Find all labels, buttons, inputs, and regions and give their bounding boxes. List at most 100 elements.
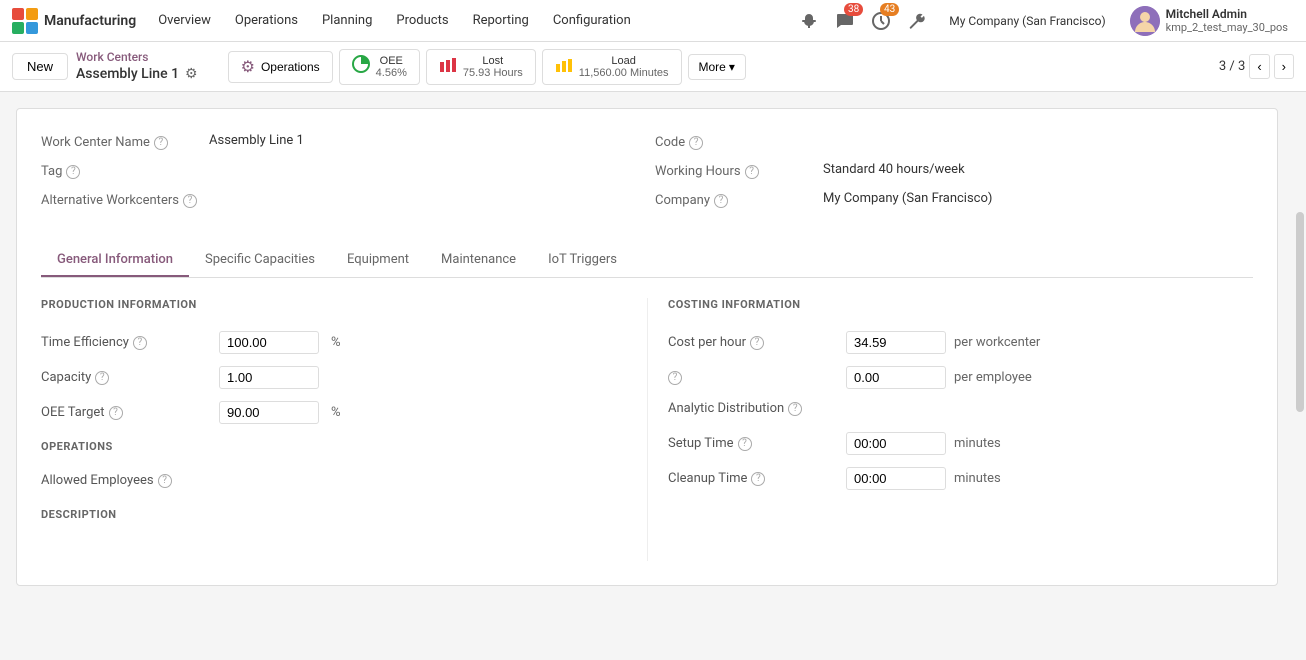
more-button[interactable]: More ▾ — [688, 54, 746, 80]
oee-target-input[interactable] — [219, 401, 319, 424]
capacity-input[interactable] — [219, 366, 319, 389]
tag-field: Tag ? — [41, 162, 639, 179]
clock-badge: 43 — [880, 3, 899, 16]
avatar-img — [1130, 6, 1160, 36]
prev-btn[interactable]: ‹ — [1249, 54, 1269, 79]
user-text: Mitchell Admin kmp_2_test_may_30_pos — [1166, 7, 1288, 34]
production-section: PRODUCTION INFORMATION Time Efficiency ?… — [41, 298, 647, 561]
app-logo[interactable]: Manufacturing — [12, 8, 136, 34]
company-label: Company ? — [655, 191, 815, 208]
cleanup-time-unit: minutes — [954, 471, 1001, 486]
nav-products[interactable]: Products — [386, 9, 458, 32]
working-hours-help[interactable]: ? — [745, 165, 759, 179]
oee-target-unit: % — [331, 405, 341, 420]
nav-planning[interactable]: Planning — [312, 9, 382, 32]
company-help[interactable]: ? — [714, 194, 728, 208]
load-text: Load 11,560.00 Minutes — [579, 55, 669, 79]
tab-maintenance[interactable]: Maintenance — [425, 244, 532, 277]
scrollbar-track — [1294, 192, 1306, 660]
scroll-area[interactable]: Work Center Name ? Assembly Line 1 Tag ? — [0, 92, 1306, 660]
sub-toolbar: New Work Centers Assembly Line 1 ⚙ ⚙ Ope… — [0, 42, 1306, 92]
cost-per-hour-unit: per workcenter — [954, 335, 1040, 350]
oee-text: OEE 4.56% — [376, 55, 407, 79]
time-efficiency-help[interactable]: ? — [133, 336, 147, 350]
cost-per-hour-input[interactable] — [846, 331, 946, 354]
setup-time-input[interactable] — [846, 432, 946, 455]
allowed-employees-help[interactable]: ? — [158, 474, 172, 488]
operations-section-title: OPERATIONS — [41, 440, 627, 457]
oee-target-help[interactable]: ? — [109, 406, 123, 420]
costing-section-title: COSTING INFORMATION — [668, 298, 1253, 315]
time-efficiency-input[interactable] — [219, 331, 319, 354]
oee-target-label: OEE Target ? — [41, 405, 211, 420]
clock-btn[interactable]: 43 — [867, 7, 895, 35]
setup-time-label: Setup Time ? — [668, 436, 838, 451]
tab-equipment[interactable]: Equipment — [331, 244, 425, 277]
tag-help[interactable]: ? — [66, 165, 80, 179]
pager-label: 3 / 3 — [1219, 59, 1245, 74]
scrollbar-thumb[interactable] — [1296, 212, 1304, 412]
allowed-employees-label: Allowed Employees ? — [41, 473, 211, 488]
oee-chart-icon — [352, 55, 370, 78]
debug-btn[interactable] — [795, 7, 823, 35]
work-center-name-help[interactable]: ? — [154, 136, 168, 150]
extra-cost-unit: per employee — [954, 370, 1032, 385]
tab-general[interactable]: General Information — [41, 244, 189, 277]
oee-label: OEE — [376, 55, 407, 67]
tab-specific[interactable]: Specific Capacities — [189, 244, 331, 277]
next-btn[interactable]: › — [1274, 54, 1294, 79]
setup-time-unit: minutes — [954, 436, 1001, 451]
setup-time-help[interactable]: ? — [738, 437, 752, 451]
user-menu[interactable]: Mitchell Admin kmp_2_test_may_30_pos — [1124, 4, 1294, 38]
capacity-label: Capacity ? — [41, 370, 211, 385]
time-efficiency-label: Time Efficiency ? — [41, 335, 211, 350]
cleanup-time-label: Cleanup Time ? — [668, 471, 838, 486]
extra-cost-help[interactable]: ? — [668, 371, 682, 385]
load-stat-btn[interactable]: Load 11,560.00 Minutes — [542, 49, 682, 85]
analytic-help[interactable]: ? — [788, 402, 802, 416]
cost-per-hour-help[interactable]: ? — [750, 336, 764, 350]
working-hours-label: Working Hours ? — [655, 162, 815, 179]
lost-stat-btn[interactable]: Lost 75.93 Hours — [426, 49, 536, 85]
nav-overview[interactable]: Overview — [148, 9, 221, 32]
wrench-icon — [907, 11, 927, 31]
oee-stat-btn[interactable]: OEE 4.56% — [339, 49, 420, 85]
nav-configuration[interactable]: Configuration — [543, 9, 641, 32]
operations-stat-btn[interactable]: ⚙ Operations — [228, 51, 333, 83]
code-label: Code ? — [655, 133, 815, 150]
nav-reporting[interactable]: Reporting — [463, 9, 539, 32]
lost-label: Lost — [463, 55, 523, 67]
record-settings-btn[interactable]: ⚙ — [183, 64, 200, 84]
nav-icons: 38 43 My Company (San Francisco) — [795, 4, 1294, 38]
avatar — [1130, 6, 1160, 36]
code-help[interactable]: ? — [689, 136, 703, 150]
more-chevron-icon: ▾ — [729, 60, 735, 74]
load-icon — [555, 58, 573, 75]
company-selector[interactable]: My Company (San Francisco) — [939, 10, 1115, 32]
messages-btn[interactable]: 38 — [831, 7, 859, 35]
settings-btn[interactable] — [903, 7, 931, 35]
working-hours-field: Working Hours ? Standard 40 hours/week — [655, 162, 1253, 179]
new-button[interactable]: New — [12, 53, 68, 80]
app-name: Manufacturing — [44, 13, 136, 29]
lost-text: Lost 75.93 Hours — [463, 55, 523, 79]
cleanup-time-help[interactable]: ? — [751, 472, 765, 486]
tab-iot[interactable]: IoT Triggers — [532, 244, 633, 277]
extra-cost-input[interactable] — [846, 366, 946, 389]
capacity-help[interactable]: ? — [95, 371, 109, 385]
bar-chart2-icon — [555, 58, 573, 72]
nav-operations[interactable]: Operations — [225, 9, 308, 32]
pie-chart-icon — [352, 55, 370, 73]
user-company: kmp_2_test_may_30_pos — [1166, 21, 1288, 34]
bar-chart-icon — [439, 58, 457, 72]
breadcrumb-parent[interactable]: Work Centers — [76, 50, 200, 64]
production-section-title: PRODUCTION INFORMATION — [41, 298, 627, 315]
alternative-help[interactable]: ? — [183, 194, 197, 208]
cleanup-time-input[interactable] — [846, 467, 946, 490]
stat-buttons: ⚙ Operations OEE 4.56% — [228, 49, 746, 85]
alternative-workcenters-field: Alternative Workcenters ? — [41, 191, 639, 208]
description-section: DESCRIPTION — [41, 508, 627, 525]
work-center-name-label: Work Center Name ? — [41, 133, 201, 150]
top-nav: Manufacturing Overview Operations Planni… — [0, 0, 1306, 42]
bug-icon — [799, 11, 819, 31]
